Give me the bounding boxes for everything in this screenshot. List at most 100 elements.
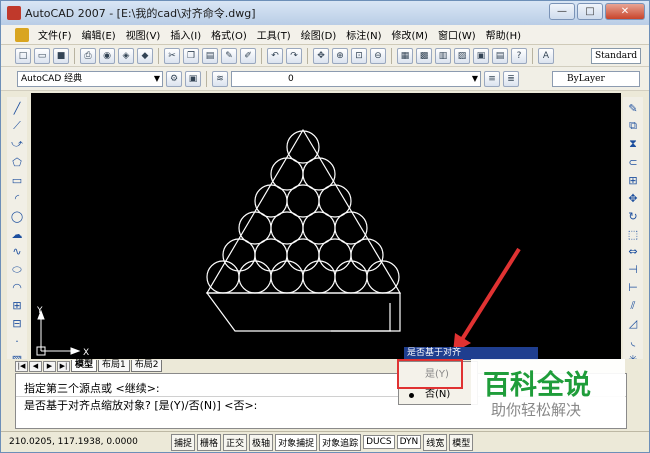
workspace-select[interactable]: AutoCAD 经典 ▼ — [17, 70, 163, 87]
zoom-realtime-icon[interactable]: ⊕ — [332, 47, 348, 64]
calculator-icon[interactable]: ▤ — [492, 47, 508, 64]
ducs-toggle[interactable]: DUCS — [363, 435, 395, 449]
array-icon[interactable]: ⊞ — [626, 173, 640, 188]
circle-icon[interactable]: ◯ — [10, 209, 24, 224]
color-select[interactable]: ByLayer — [552, 71, 640, 87]
snap-toggle[interactable]: 捕捉 — [171, 433, 196, 451]
layer-select[interactable]: 0 ▼ — [231, 70, 481, 87]
revision-cloud-icon[interactable]: ☁ — [10, 227, 24, 242]
last-tab-icon[interactable]: ▶| — [57, 360, 70, 372]
match-properties-icon[interactable]: ✎ — [221, 47, 237, 64]
ellipse-arc-icon[interactable]: ◠ — [10, 280, 24, 295]
minimize-button[interactable]: — — [549, 3, 575, 20]
first-tab-icon[interactable]: |◀ — [15, 360, 28, 372]
drawing-canvas[interactable]: Y X — [31, 93, 621, 359]
ortho-toggle[interactable]: 正交 — [223, 433, 248, 451]
dyn-toggle[interactable]: DYN — [396, 435, 422, 449]
design-center-icon[interactable]: ▩ — [416, 47, 432, 64]
menu-insert[interactable]: 插入(I) — [165, 27, 206, 42]
break-icon[interactable]: ⫽ — [626, 298, 640, 313]
prev-tab-icon[interactable]: ◀ — [29, 360, 42, 372]
offset-icon[interactable]: ⊂ — [626, 155, 640, 170]
point-icon[interactable]: · — [10, 334, 24, 349]
polyline-icon[interactable]: ⤻ — [10, 137, 24, 152]
make-current-layer-icon[interactable]: ≡ — [484, 70, 500, 87]
menu-tools[interactable]: 工具(T) — [252, 27, 296, 42]
tab-model[interactable]: 模型 — [71, 360, 98, 372]
markup-icon[interactable]: ▣ — [473, 47, 489, 64]
text-style-select[interactable]: Standard — [591, 48, 641, 64]
save-workspace-icon[interactable]: ▣ — [185, 70, 201, 87]
erase-icon[interactable]: ✎ — [626, 101, 640, 116]
undo-icon[interactable]: ↶ — [267, 47, 283, 64]
zoom-previous-icon[interactable]: ⊖ — [370, 47, 386, 64]
stretch-icon[interactable]: ⇔ — [626, 245, 640, 260]
layer-previous-icon[interactable]: ≣ — [503, 70, 519, 87]
menu-view[interactable]: 视图(V) — [121, 27, 166, 42]
sheet-set-icon[interactable]: ▨ — [454, 47, 470, 64]
open-file-icon[interactable]: ▭ — [34, 47, 50, 64]
polar-toggle[interactable]: 极轴 — [249, 433, 274, 451]
workspace-settings-icon[interactable]: ⚙ — [166, 70, 182, 87]
publish-icon[interactable]: ◈ — [118, 47, 134, 64]
paste-icon[interactable]: ▤ — [202, 47, 218, 64]
print-icon[interactable]: ⎙ — [80, 47, 96, 64]
copy-object-icon[interactable]: ⧉ — [626, 119, 640, 134]
line-icon[interactable]: ╱ — [10, 101, 24, 116]
arc-icon[interactable]: ◜ — [10, 191, 24, 206]
menu-format[interactable]: 格式(O) — [206, 27, 252, 42]
circle-stack — [206, 130, 400, 294]
osnap-toggle[interactable]: 对象捕捉 — [275, 433, 318, 451]
autocad-window: AutoCAD 2007 - [E:\我的cad\对齐命令.dwg] — □ ✕… — [0, 0, 650, 453]
mirror-icon[interactable]: ⧗ — [626, 137, 640, 152]
next-tab-icon[interactable]: ▶ — [43, 360, 56, 372]
trim-icon[interactable]: ⊣ — [626, 262, 640, 277]
red-highlight-box — [397, 359, 463, 389]
rotate-icon[interactable]: ↻ — [626, 209, 640, 224]
tab-layout2[interactable]: 布局2 — [130, 360, 163, 372]
menu-edit[interactable]: 编辑(E) — [77, 27, 121, 42]
help-icon[interactable]: ? — [511, 47, 527, 64]
close-button[interactable]: ✕ — [605, 3, 645, 20]
lineweight-toggle[interactable]: 线宽 — [423, 433, 448, 451]
cut-icon[interactable]: ✂ — [164, 47, 180, 64]
menu-draw[interactable]: 绘图(D) — [296, 27, 342, 42]
menu-window[interactable]: 窗口(W) — [433, 27, 481, 42]
fillet-icon[interactable]: ◟ — [626, 334, 640, 349]
layer-manager-icon[interactable]: ≋ — [212, 70, 228, 87]
window-controls: — □ ✕ — [549, 3, 645, 20]
menu-dimension[interactable]: 标注(N) — [341, 27, 386, 42]
otrack-toggle[interactable]: 对象追踪 — [319, 433, 362, 451]
block-editor-icon[interactable]: ✐ — [240, 47, 256, 64]
move-icon[interactable]: ✥ — [626, 191, 640, 206]
menu-modify[interactable]: 修改(M) — [387, 27, 433, 42]
redo-icon[interactable]: ↷ — [286, 47, 302, 64]
plot-icon[interactable]: ◆ — [137, 47, 153, 64]
scale-icon[interactable]: ⬚ — [626, 227, 640, 242]
maximize-button[interactable]: □ — [577, 3, 603, 20]
text-style-icon[interactable]: A — [538, 47, 554, 64]
properties-icon[interactable]: ▦ — [397, 47, 413, 64]
tab-layout1[interactable]: 布局1 — [98, 360, 130, 372]
menu-help[interactable]: 帮助(H) — [481, 27, 526, 42]
zoom-window-icon[interactable]: ⊡ — [351, 47, 367, 64]
insert-block-icon[interactable]: ⊞ — [10, 298, 24, 313]
ellipse-icon[interactable]: ⬭ — [10, 262, 24, 277]
pan-icon[interactable]: ✥ — [313, 47, 329, 64]
rectangle-icon[interactable]: ▭ — [10, 173, 24, 188]
copy-icon[interactable]: ❐ — [183, 47, 199, 64]
construction-line-icon[interactable]: ⟋ — [10, 119, 24, 134]
spline-icon[interactable]: ∿ — [10, 245, 24, 260]
extend-icon[interactable]: ⊢ — [626, 280, 640, 295]
chamfer-icon[interactable]: ◿ — [626, 316, 640, 331]
save-icon[interactable]: ■ — [53, 47, 69, 64]
toolbar-divider — [74, 47, 75, 64]
polygon-icon[interactable]: ⬠ — [10, 155, 24, 170]
make-block-icon[interactable]: ⊟ — [10, 316, 24, 331]
new-file-icon[interactable]: □ — [15, 47, 31, 64]
grid-toggle[interactable]: 栅格 — [197, 433, 222, 451]
model-toggle[interactable]: 模型 — [449, 433, 474, 451]
preview-icon[interactable]: ◉ — [99, 47, 115, 64]
tool-palettes-icon[interactable]: ▥ — [435, 47, 451, 64]
menu-file[interactable]: 文件(F) — [33, 27, 77, 42]
